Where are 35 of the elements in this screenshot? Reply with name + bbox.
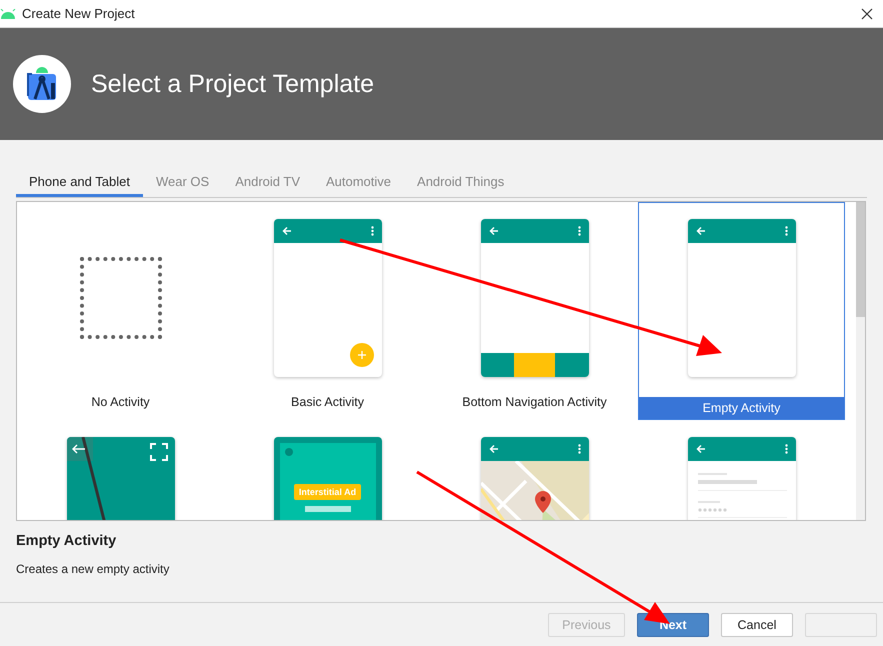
more-icon (784, 226, 788, 236)
more-icon (370, 226, 374, 236)
template-label: Empty Activity (639, 397, 844, 419)
back-arrow-icon (488, 226, 498, 236)
template-label: No Activity (90, 394, 151, 411)
more-icon (578, 444, 580, 454)
page-title: Select a Project Template (91, 70, 374, 98)
tab[interactable]: Phone and Tablet (16, 170, 143, 197)
camera-dot-icon (284, 448, 292, 456)
window-title: Create New Project (22, 6, 136, 21)
more-icon (784, 444, 788, 454)
close-icon[interactable] (861, 8, 873, 20)
tab[interactable]: Android TV (222, 170, 313, 197)
template-label: Basic Activity (290, 394, 365, 411)
dialog-button[interactable]: Cancel (721, 612, 793, 636)
android-icon (0, 8, 16, 18)
template-title: Empty Activity (16, 533, 118, 549)
template-card[interactable]: No Activity (17, 202, 224, 420)
tab[interactable]: Android Things (404, 170, 518, 197)
template-card[interactable]: Empty Activity (638, 202, 845, 420)
tab[interactable]: Wear OS (142, 170, 222, 197)
ad-label: Interstitial Ad (294, 484, 362, 500)
template-label: Bottom Navigation Activity (461, 394, 608, 411)
back-arrow-icon (696, 444, 706, 454)
plus-icon (358, 351, 366, 359)
back-arrow-icon (696, 226, 706, 236)
scrollbar[interactable] (856, 202, 865, 520)
template-description: Creates a new empty activity (16, 562, 170, 576)
template-card[interactable]: Bottom Navigation Activity (431, 202, 638, 420)
more-icon (578, 226, 580, 236)
tab[interactable]: Automotive (312, 170, 404, 197)
back-arrow-icon (282, 226, 292, 236)
back-arrow-icon (488, 444, 498, 454)
content-bar-drawing (304, 506, 350, 512)
template-card[interactable]: Basic Activity (224, 202, 431, 420)
